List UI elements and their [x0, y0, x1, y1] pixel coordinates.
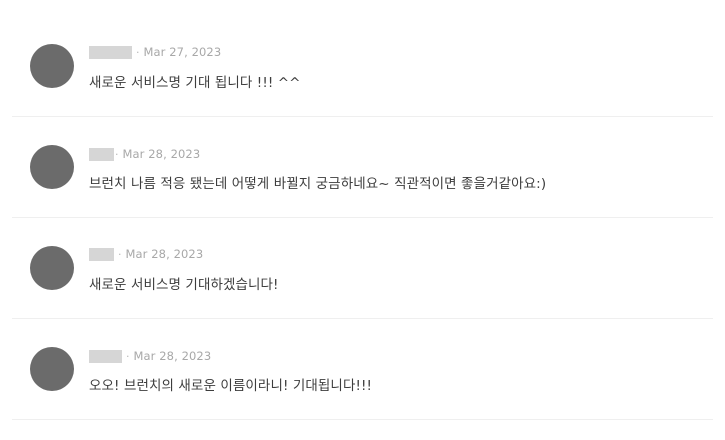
avatar[interactable] — [30, 347, 74, 391]
avatar[interactable] — [30, 145, 74, 189]
avatar[interactable] — [30, 246, 74, 290]
meta-separator: · — [115, 147, 119, 161]
comment-text: 새로운 서비스명 기대 됩니다 !!! ^^ — [89, 75, 301, 91]
author-name-redacted[interactable] — [89, 247, 114, 261]
author-name-redacted[interactable] — [89, 45, 132, 59]
author-name-redacted[interactable] — [89, 147, 114, 161]
comment-meta: · Mar 28, 2023 — [89, 349, 211, 363]
comment-date: Mar 28, 2023 — [125, 247, 204, 261]
comment-meta: · Mar 28, 2023 — [89, 247, 203, 261]
comment-text: 브런치 나름 적응 됐는데 어떻게 바뀔지 궁금하네요~ 직관적이면 좋을거같아… — [89, 176, 547, 192]
comment-date: Mar 27, 2023 — [143, 45, 222, 59]
comment-item: · Mar 27, 2023 새로운 서비스명 기대 됩니다 !!! ^^ — [12, 16, 713, 117]
meta-separator: · — [136, 45, 140, 59]
comment-list: · Mar 27, 2023 새로운 서비스명 기대 됩니다 !!! ^^ · … — [0, 0, 725, 440]
comment-date: Mar 28, 2023 — [133, 349, 212, 363]
comment-item: · Mar 28, 2023 브런치 나름 적응 됐는데 어떻게 바뀔지 궁금하… — [12, 117, 713, 218]
avatar[interactable] — [30, 44, 74, 88]
author-name-redacted[interactable] — [89, 349, 122, 363]
comment-date: Mar 28, 2023 — [122, 147, 201, 161]
comment-meta: · Mar 28, 2023 — [89, 147, 200, 161]
comment-text: 새로운 서비스명 기대하겠습니다! — [89, 277, 279, 293]
meta-separator: · — [126, 349, 130, 363]
meta-separator: · — [118, 247, 122, 261]
comment-meta: · Mar 27, 2023 — [89, 45, 221, 59]
comment-item: · Mar 28, 2023 새로운 서비스명 기대하겠습니다! — [12, 218, 713, 319]
comment-item: · Mar 28, 2023 오오! 브런치의 새로운 이름이라니! 기대됩니다… — [12, 319, 713, 420]
comment-text: 오오! 브런치의 새로운 이름이라니! 기대됩니다!!! — [89, 378, 373, 394]
